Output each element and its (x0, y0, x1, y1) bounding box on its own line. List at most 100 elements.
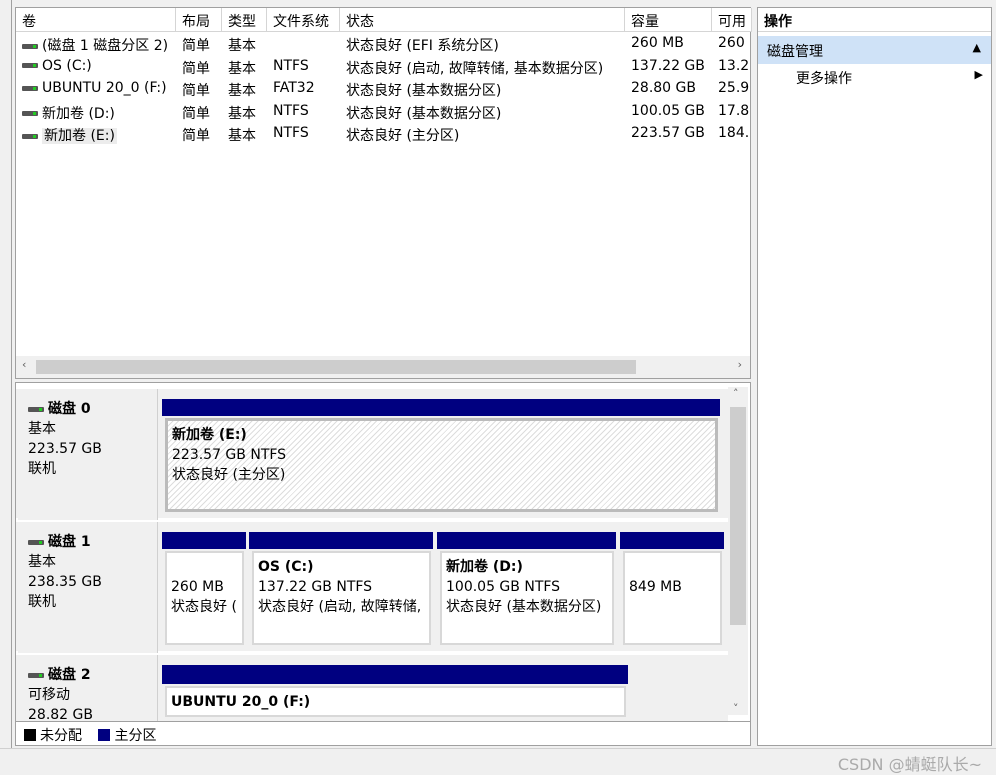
cell-fs: NTFS (273, 125, 309, 141)
volume-row[interactable]: OS (C:) 简单 基本 NTFS 状态良好 (启动, 故障转储, 基本数据分区) 13… (16, 56, 750, 78)
status-bar: CSDN @蜻蜓队长~ (0, 748, 996, 775)
col-volume[interactable]: 卷 (16, 8, 176, 32)
disk-name: 磁盘 2 (48, 667, 91, 683)
scroll-up-icon[interactable]: ˄ (733, 387, 739, 400)
cell-text: FAT32 (273, 80, 315, 96)
more-actions-item[interactable]: 更多操作 ▶ (758, 64, 991, 90)
col-type[interactable]: 类型 (222, 8, 267, 32)
partition-box[interactable]: 849 MB (623, 551, 722, 645)
cell-text: NTFS (273, 125, 309, 141)
volume-row[interactable]: 新加卷 (E:) 简单 基本 NTFS 状态良好 (主分区) 223.57 GB 184. (16, 123, 750, 145)
cell-text: 简单 (182, 128, 210, 144)
partition-box[interactable]: 新加卷 (E:) 223.57 GB NTFS 状态良好 (主分区) (165, 418, 718, 512)
cell-text: 基本 (228, 83, 256, 99)
cell-layout: 简单 (182, 103, 210, 123)
disk-label[interactable]: 磁盘 0 基本 223.57 GB 联机 (18, 389, 158, 520)
partition-title: 新加卷 (D:) (446, 559, 523, 575)
cell-text: 223.57 GB (631, 125, 705, 141)
disk-label[interactable]: 磁盘 1 基本 238.35 GB 联机 (18, 522, 158, 653)
cell-layout: 简单 (182, 58, 210, 78)
cell-text: 25.9 (718, 80, 750, 96)
cell-layout: 简单 (182, 35, 210, 55)
cell-free: 13.2 (718, 58, 749, 74)
partition-status: 状态良好 (启动, 故障转储, (258, 599, 422, 615)
vertical-scrollbar[interactable]: ˄ ˅ (728, 387, 748, 715)
cell-type: 基本 (228, 103, 256, 123)
partition-size: 223.57 GB NTFS (172, 447, 287, 463)
cell-text: 100.05 GB (631, 102, 705, 119)
disk-size: 238.35 GB (28, 574, 102, 590)
cell-text: NTFS (273, 57, 309, 74)
cell-volume: OS (C:) (22, 58, 92, 74)
volume-list[interactable]: 卷 布局 类型 文件系统 状态 容量 可用 (磁盘 1 磁盘分区 2) 简单 基本状… (15, 7, 752, 379)
cell-text: 基本 (228, 105, 256, 122)
partition-box[interactable]: OS (C:) 137.22 GB NTFS 状态良好 (启动, 故障转储, (252, 551, 431, 645)
disk-icon (28, 406, 44, 412)
cell-text: NTFS (273, 102, 309, 119)
cell-text: 13.2 (718, 57, 750, 74)
partition-status: 状态良好 ( (171, 599, 237, 615)
cell-text: OS (C:) (42, 57, 92, 74)
cell-capacity: 100.05 GB (631, 103, 705, 119)
scrollbar-thumb[interactable] (730, 407, 746, 625)
partition-title: 新加卷 (E:) (172, 427, 247, 443)
partition-size: 137.22 GB NTFS (258, 579, 373, 595)
disk-kind: 可移动 (28, 687, 70, 703)
col-free[interactable]: 可用 (712, 8, 752, 32)
partition-bar (162, 665, 628, 684)
disk-graphical-view: 磁盘 0 基本 223.57 GB 联机 新加卷 (E:) 223.57 GB N… (15, 382, 751, 746)
disk-management-section[interactable]: 磁盘管理 ▲ (758, 36, 991, 64)
cell-status: 状态良好 (启动, 故障转储, 基本数据分区) (346, 58, 603, 78)
cell-free: 260 (718, 35, 745, 51)
cell-text: 260 MB (631, 35, 684, 51)
disk-icon (28, 539, 44, 545)
scroll-right-icon[interactable]: › (738, 358, 742, 371)
cell-text: 基本 (228, 128, 256, 144)
cell-type: 基本 (228, 80, 256, 100)
drive-icon (22, 133, 38, 139)
drive-icon (22, 111, 38, 116)
primary-swatch (98, 729, 111, 741)
scroll-left-icon[interactable]: ‹ (22, 358, 26, 371)
disk-kind: 基本 (28, 421, 56, 437)
cell-free: 184. (718, 125, 749, 141)
scroll-down-icon[interactable]: ˅ (733, 702, 739, 715)
disk-name: 磁盘 1 (48, 534, 91, 550)
partition-box[interactable]: UBUNTU 20_0 (F:) 28.82 GB FAT32 (165, 686, 626, 717)
col-capacity[interactable]: 容量 (625, 8, 712, 32)
disk-label[interactable]: 磁盘 2 可移动 28.82 GB (18, 655, 158, 725)
cell-text: 简单 (182, 83, 210, 99)
col-status[interactable]: 状态 (340, 8, 625, 32)
volume-row[interactable]: (磁盘 1 磁盘分区 2) 简单 基本 状态良好 (EFI 系统分区) 260 MB 26… (16, 33, 750, 55)
cell-status: 状态良好 (EFI 系统分区) (346, 35, 499, 55)
scrollbar-thumb[interactable] (36, 360, 636, 374)
cell-text: 137.22 GB (631, 57, 705, 74)
partition-box[interactable]: 260 MB 状态良好 ( (165, 551, 244, 645)
disk-state: 联机 (28, 594, 56, 610)
cell-capacity: 223.57 GB (631, 125, 705, 141)
partition-bar (249, 532, 433, 549)
volume-row[interactable]: UBUNTU 20_0 (F:) 简单 基本 FAT32 状态良好 (基本数据分区) 28… (16, 78, 750, 100)
volume-row[interactable]: 新加卷 (D:) 简单 基本 NTFS 状态良好 (基本数据分区) 100.05 GB 17… (16, 101, 750, 123)
horizontal-scrollbar[interactable]: ‹ › (16, 356, 750, 378)
cell-fs: NTFS (273, 58, 309, 74)
cell-layout: 简单 (182, 125, 210, 145)
cell-capacity: 137.22 GB (631, 58, 705, 74)
cell-volume: (磁盘 1 磁盘分区 2) (22, 35, 168, 55)
cell-text: 基本 (228, 60, 256, 77)
disk-row: 磁盘 1 基本 238.35 GB 联机 260 MB 状态良好 (OS (C:… (16, 522, 728, 653)
partition-size: 260 MB (171, 579, 224, 595)
collapse-up-icon[interactable]: ▲ (973, 41, 981, 54)
cell-text: 状态良好 (主分区) (346, 128, 460, 144)
disk-row: 磁盘 2 可移动 28.82 GB UBUNTU 20_0 (F:) 28.82… (16, 655, 728, 725)
partition-bar (620, 532, 724, 549)
partition-status: 状态良好 (主分区) (172, 467, 286, 483)
partition-box[interactable]: 新加卷 (D:) 100.05 GB NTFS 状态良好 (基本数据分区) (440, 551, 614, 645)
cell-type: 基本 (228, 125, 256, 145)
partition-size: 100.05 GB NTFS (446, 579, 561, 595)
col-layout[interactable]: 布局 (176, 8, 222, 32)
cell-capacity: 260 MB (631, 35, 684, 51)
col-filesystem[interactable]: 文件系统 (267, 8, 340, 32)
partition-size: 28.82 GB FAT32 (171, 712, 620, 715)
cell-type: 基本 (228, 58, 256, 78)
